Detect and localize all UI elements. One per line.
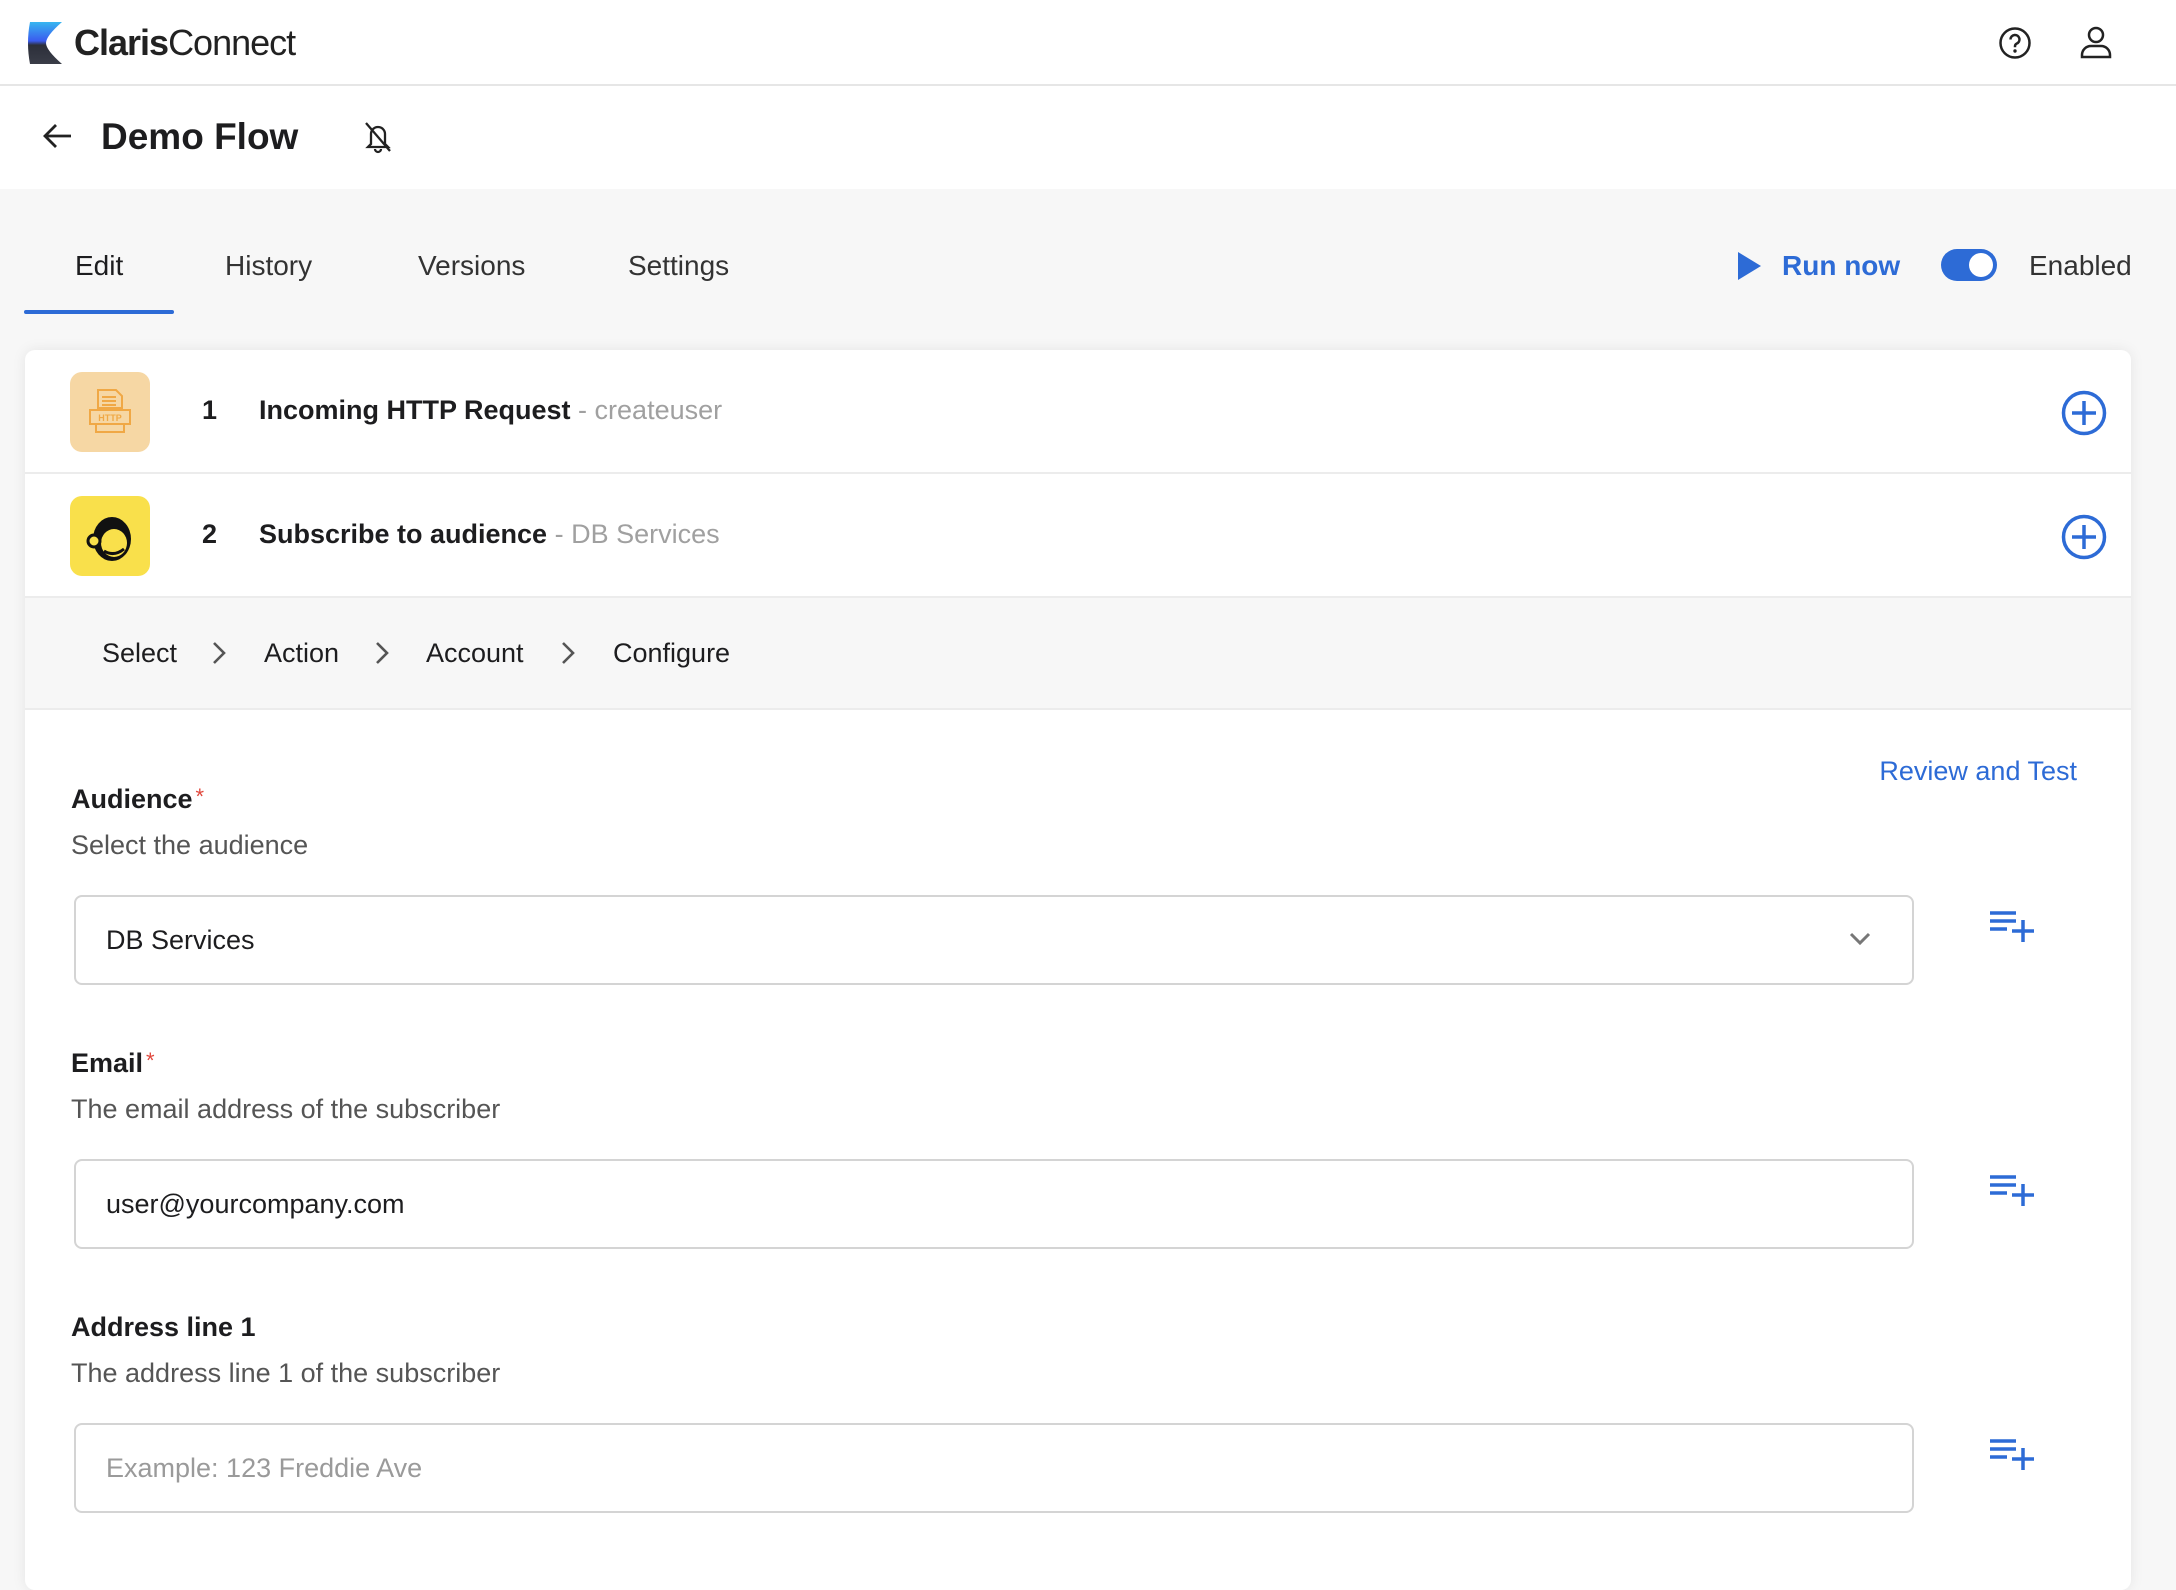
title-bar: Demo Flow: [0, 86, 2176, 189]
help-icon[interactable]: [1998, 26, 2032, 60]
step-row-1[interactable]: HTTP 1 Incoming HTTP Request - createuse…: [25, 350, 2131, 474]
active-tab-indicator: [24, 310, 174, 314]
step-subtitle: - DB Services: [554, 519, 720, 549]
step-subtitle: - createuser: [578, 395, 723, 425]
chevron-right-icon: [376, 642, 389, 664]
add-step-icon[interactable]: [2061, 390, 2107, 436]
breadcrumb-select[interactable]: Select: [102, 638, 177, 669]
step-number: 2: [202, 519, 218, 549]
top-bar: ClarisConnect: [0, 0, 2176, 86]
email-description: The email address of the subscriber: [71, 1094, 501, 1124]
audience-label: Audience *: [71, 784, 205, 814]
step-title: Incoming HTTP Request - createuser: [259, 395, 723, 425]
insert-data-icon[interactable]: [1990, 910, 2036, 942]
breadcrumb-account[interactable]: Account: [426, 638, 524, 669]
step-number: 1: [202, 395, 218, 425]
chevron-down-icon: [1849, 932, 1871, 946]
tab-versions[interactable]: Versions: [418, 250, 525, 282]
http-request-icon: HTTP: [70, 372, 150, 452]
toggle-knob: [1969, 253, 1993, 277]
tab-edit[interactable]: Edit: [75, 250, 123, 282]
address-line-1-description: The address line 1 of the subscriber: [71, 1358, 501, 1388]
address-line-1-label: Address line 1: [71, 1312, 256, 1342]
audience-select[interactable]: DB Services: [74, 895, 1914, 985]
insert-data-icon[interactable]: [1990, 1174, 2036, 1206]
tab-settings[interactable]: Settings: [628, 250, 729, 282]
app-logo-text: ClarisConnect: [74, 22, 296, 63]
email-input[interactable]: user@yourcompany.com: [74, 1159, 1914, 1249]
enabled-label: Enabled: [2029, 250, 2132, 281]
step-row-2[interactable]: 2 Subscribe to audience - DB Services: [25, 474, 2131, 598]
breadcrumb-configure[interactable]: Configure: [613, 638, 730, 669]
add-step-icon[interactable]: [2061, 514, 2107, 560]
run-now-button[interactable]: Run now: [1736, 250, 1900, 282]
insert-data-icon[interactable]: [1990, 1438, 2036, 1470]
play-icon: [1738, 252, 1761, 280]
flow-card: HTTP 1 Incoming HTTP Request - createuse…: [25, 350, 2131, 1590]
page-title: Demo Flow: [101, 116, 299, 157]
address-line-1-input[interactable]: [74, 1423, 1914, 1513]
tab-history[interactable]: History: [225, 250, 312, 282]
run-now-label: Run now: [1782, 250, 1901, 281]
audience-description: Select the audience: [71, 830, 309, 860]
chevron-right-icon: [213, 642, 226, 664]
step-title: Subscribe to audience - DB Services: [259, 519, 720, 549]
enabled-toggle[interactable]: [1941, 249, 1997, 281]
breadcrumb-action[interactable]: Action: [264, 638, 339, 669]
notifications-off-icon[interactable]: [362, 120, 394, 154]
review-and-test-link[interactable]: Review and Test: [1879, 756, 2077, 787]
svg-text:HTTP: HTTP: [98, 413, 122, 423]
audience-selected-value: DB Services: [106, 925, 255, 955]
user-account-icon[interactable]: [2078, 24, 2114, 60]
breadcrumb: Select Action Account Configure: [25, 598, 2131, 710]
chevron-right-icon: [562, 642, 575, 664]
claris-logo-icon: [28, 22, 62, 64]
mailchimp-icon: [70, 496, 150, 576]
back-arrow-icon[interactable]: [43, 123, 73, 149]
email-label: Email *: [71, 1048, 155, 1078]
